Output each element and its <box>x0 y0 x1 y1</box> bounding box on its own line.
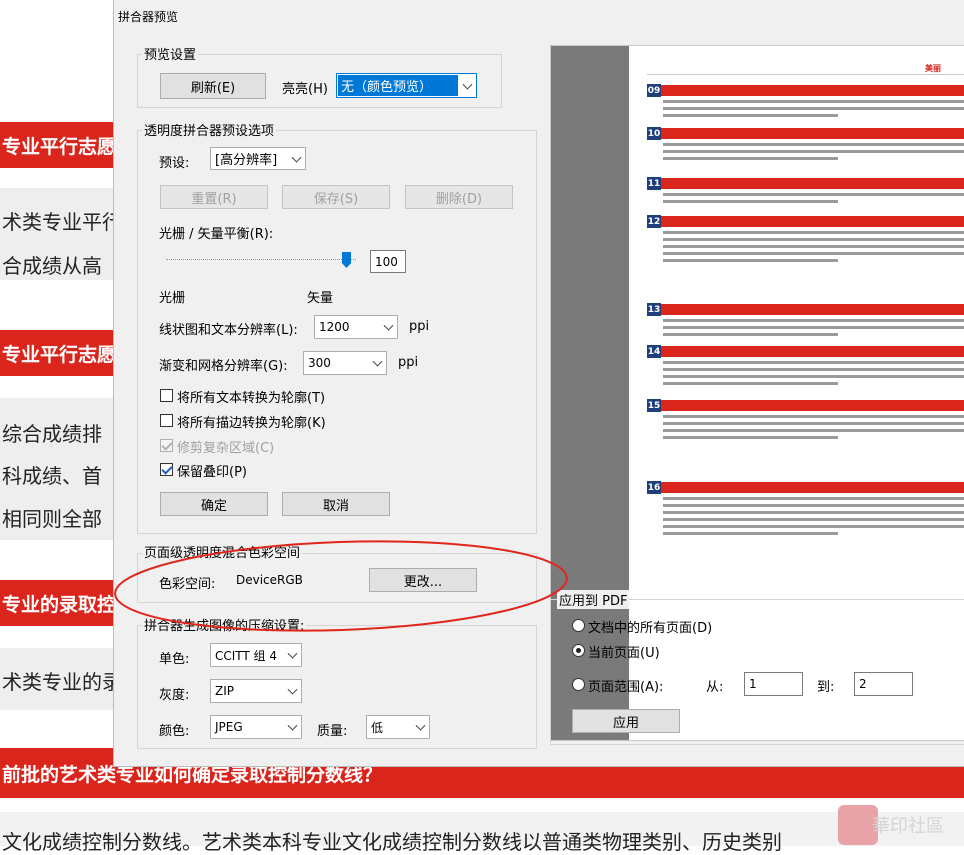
annotation-ellipse <box>114 540 568 632</box>
